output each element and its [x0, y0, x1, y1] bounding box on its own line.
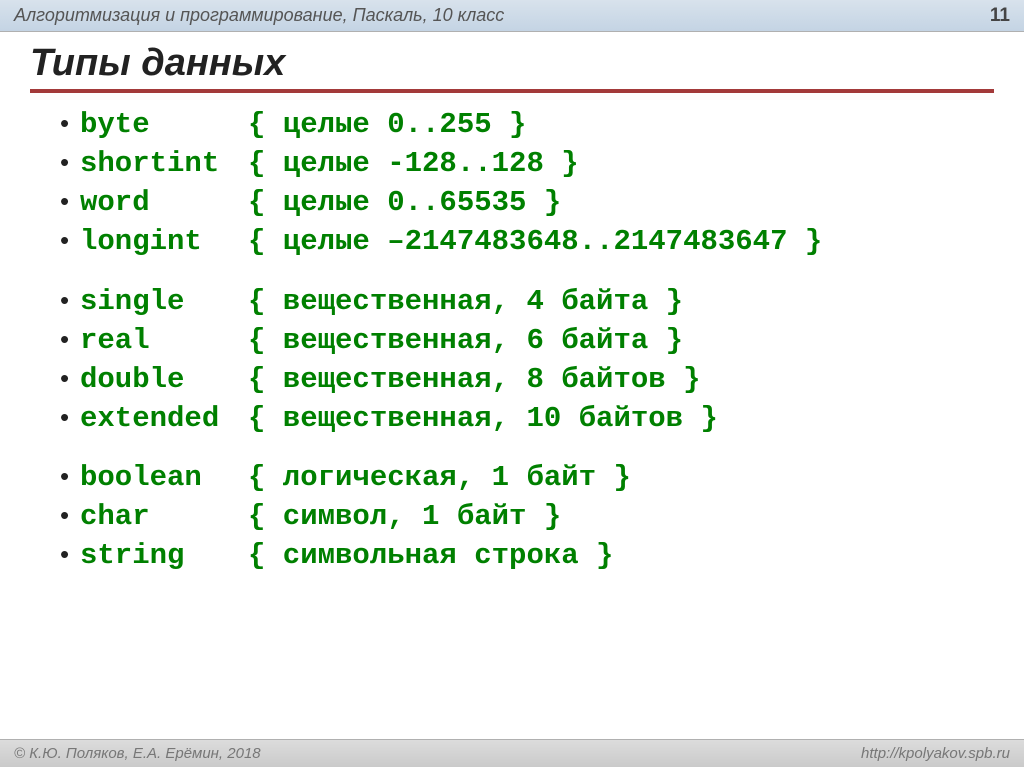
type-desc: { символ, 1 байт }: [248, 497, 561, 536]
type-row: • single { вещественная, 4 байта }: [30, 282, 994, 321]
bullet-icon: •: [60, 400, 80, 435]
type-name: single: [80, 282, 248, 321]
footer-copyright: © К.Ю. Поляков, Е.А. Ерёмин, 2018: [14, 745, 261, 762]
type-name: string: [80, 536, 248, 575]
type-name: word: [80, 183, 248, 222]
type-desc: { вещественная, 8 байтов }: [248, 360, 700, 399]
type-name: real: [80, 321, 248, 360]
bullet-icon: •: [60, 223, 80, 258]
type-row: • double { вещественная, 8 байтов }: [30, 360, 994, 399]
footer-url: http://kpolyakov.spb.ru: [861, 745, 1010, 762]
type-group-other: • boolean { логическая, 1 байт } • char …: [30, 458, 994, 575]
type-name: boolean: [80, 458, 248, 497]
type-desc: { вещественная, 10 байтов }: [248, 399, 718, 438]
header-bar: Алгоритмизация и программирование, Паска…: [0, 0, 1024, 32]
type-desc: { целые -128..128 }: [248, 144, 579, 183]
type-name: byte: [80, 105, 248, 144]
bullet-icon: •: [60, 322, 80, 357]
type-row: • extended { вещественная, 10 байтов }: [30, 399, 994, 438]
type-row: • real { вещественная, 6 байта }: [30, 321, 994, 360]
type-desc: { символьная строка }: [248, 536, 613, 575]
type-desc: { вещественная, 6 байта }: [248, 321, 683, 360]
footer-bar: © К.Ю. Поляков, Е.А. Ерёмин, 2018 http:/…: [0, 739, 1024, 767]
bullet-icon: •: [60, 498, 80, 533]
bullet-icon: •: [60, 537, 80, 572]
bullet-icon: •: [60, 184, 80, 219]
type-desc: { логическая, 1 байт }: [248, 458, 631, 497]
type-name: shortint: [80, 144, 248, 183]
type-row: • byte { целые 0..255 }: [30, 105, 994, 144]
type-name: double: [80, 360, 248, 399]
type-desc: { целые 0..255 }: [248, 105, 526, 144]
bullet-icon: •: [60, 145, 80, 180]
type-group-integer: • byte { целые 0..255 } • shortint { цел…: [30, 105, 994, 262]
type-desc: { целые –2147483648..2147483647 }: [248, 222, 822, 261]
type-row: • char { символ, 1 байт }: [30, 497, 994, 536]
type-name: extended: [80, 399, 248, 438]
type-row: • shortint { целые -128..128 }: [30, 144, 994, 183]
type-row: • boolean { логическая, 1 байт }: [30, 458, 994, 497]
type-row: • string { символьная строка }: [30, 536, 994, 575]
type-name: longint: [80, 222, 248, 261]
type-desc: { целые 0..65535 }: [248, 183, 561, 222]
header-title: Алгоритмизация и программирование, Паска…: [14, 5, 504, 26]
header-page-number: 11: [990, 5, 1010, 27]
bullet-icon: •: [60, 361, 80, 396]
type-row: • word { целые 0..65535 }: [30, 183, 994, 222]
type-desc: { вещественная, 4 байта }: [248, 282, 683, 321]
bullet-icon: •: [60, 459, 80, 494]
bullet-icon: •: [60, 106, 80, 141]
bullet-icon: •: [60, 283, 80, 318]
type-group-real: • single { вещественная, 4 байта } • rea…: [30, 282, 994, 439]
slide-body: Типы данных • byte { целые 0..255 } • sh…: [0, 32, 1024, 576]
slide-title: Типы данных: [30, 42, 994, 93]
type-name: char: [80, 497, 248, 536]
type-row: • longint { целые –2147483648..214748364…: [30, 222, 994, 261]
